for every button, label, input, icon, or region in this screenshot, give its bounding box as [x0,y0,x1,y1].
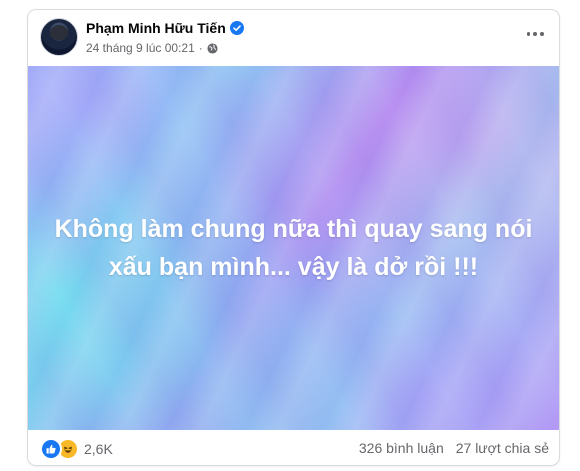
author-row: Phạm Minh Hữu Tiến [86,20,244,36]
meta-separator: · [198,41,203,55]
post-meta: 24 tháng 9 lúc 00:21 · [86,41,218,55]
verified-badge-icon [229,21,244,35]
post-timestamp[interactable]: 24 tháng 9 lúc 00:21 [86,41,195,55]
engagement-stats: 326 bình luận 27 lượt chia sẻ [359,440,549,456]
stats-gap [444,440,456,456]
post-footer: 2,6K 326 bình luận 27 lượt chia sẻ [28,430,559,465]
like-icon [40,438,62,460]
more-options-icon[interactable] [525,24,545,44]
post-text: Không làm chung nữa thì quay sang nói xấ… [54,215,533,281]
shares-count-link[interactable]: 27 lượt chia sẻ [456,440,549,456]
reactions-summary[interactable]: 2,6K [40,438,113,460]
post-background: Không làm chung nữa thì quay sang nói xấ… [28,66,559,430]
author-name[interactable]: Phạm Minh Hữu Tiến [86,20,226,36]
post-card: Phạm Minh Hữu Tiến 24 tháng 9 lúc 00:21 … [28,10,559,465]
post-header: Phạm Minh Hữu Tiến 24 tháng 9 lúc 00:21 … [28,10,559,65]
globe-icon[interactable] [207,42,218,54]
reaction-count: 2,6K [84,441,113,457]
avatar[interactable] [40,18,78,56]
comments-count-link[interactable]: 326 bình luận [359,440,444,456]
